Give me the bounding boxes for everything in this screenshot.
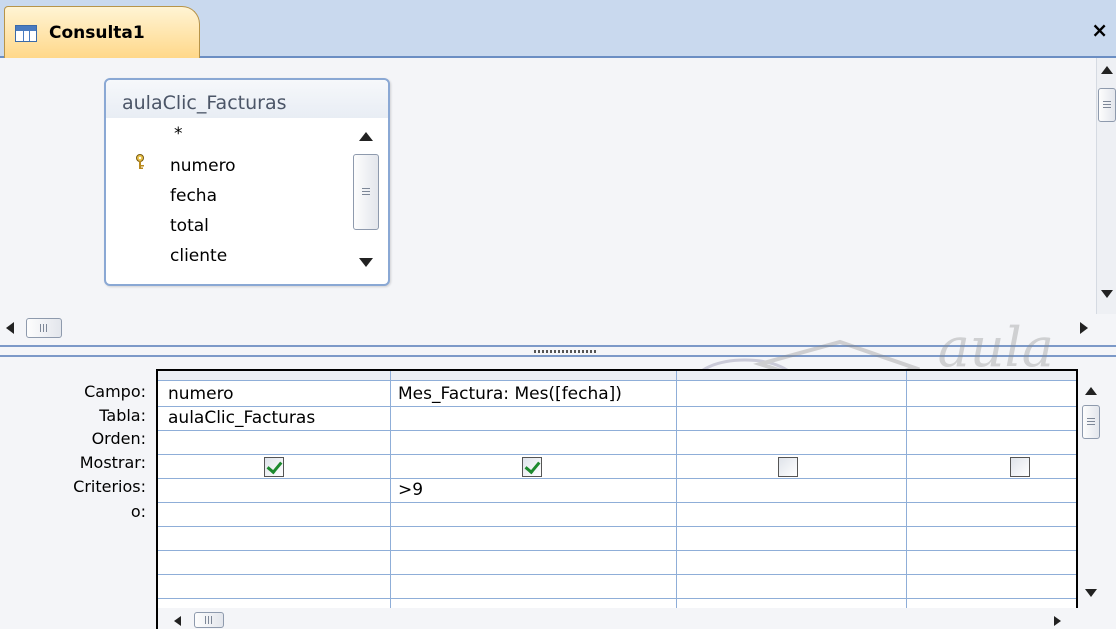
grid-line: [158, 454, 1076, 455]
row-label-mostrar: Mostrar:: [79, 453, 146, 472]
grid-line: [158, 430, 1076, 431]
scroll-down-arrow-icon[interactable]: [1085, 589, 1097, 597]
field-cliente[interactable]: cliente: [170, 246, 227, 266]
grid-line: [158, 550, 1076, 551]
scroll-thumb[interactable]: [1098, 88, 1116, 122]
grid-line: [158, 526, 1076, 527]
cell-campo[interactable]: numero: [168, 384, 234, 404]
cell-campo[interactable]: Mes_Factura: Mes([fecha]): [398, 384, 622, 404]
grip-icon: [362, 188, 370, 196]
column-selector[interactable]: [391, 371, 676, 381]
grid-line: [158, 574, 1076, 575]
grip-icon: [1103, 101, 1111, 109]
cell-criterios[interactable]: >9: [398, 480, 423, 500]
row-label-tabla: Tabla:: [99, 406, 146, 425]
design-horizontal-scrollbar[interactable]: [0, 314, 1096, 342]
row-label-orden: Orden:: [91, 429, 146, 448]
close-icon[interactable]: ×: [1091, 18, 1108, 42]
scroll-right-arrow-icon[interactable]: [1080, 322, 1088, 334]
scroll-thumb[interactable]: [26, 318, 62, 338]
table-field-list[interactable]: aulaClic_Facturas * numero fecha total c…: [104, 78, 390, 286]
field-fecha[interactable]: fecha: [170, 186, 217, 206]
row-label-o: o:: [130, 502, 146, 521]
grid-line: [906, 371, 907, 629]
scroll-up-arrow-icon[interactable]: [359, 132, 373, 141]
grid-line: [158, 598, 1076, 599]
document-tab-strip: Consulta1 ×: [0, 0, 1116, 58]
scroll-up-arrow-icon[interactable]: [1101, 66, 1113, 74]
column-selector[interactable]: [158, 371, 390, 381]
grid-line: [158, 406, 1076, 407]
mostrar-checkbox[interactable]: [522, 457, 542, 477]
grip-icon: [40, 324, 48, 332]
column-selector[interactable]: [677, 371, 906, 381]
pane-splitter[interactable]: [0, 345, 1116, 357]
column-selector[interactable]: [907, 371, 1076, 381]
grid-line: [158, 478, 1076, 479]
tab-consulta1[interactable]: Consulta1: [4, 6, 200, 58]
cell-tabla[interactable]: aulaClic_Facturas: [168, 408, 315, 428]
primary-key-icon: [136, 154, 144, 169]
scroll-thumb[interactable]: [353, 154, 379, 230]
scroll-down-arrow-icon[interactable]: [359, 258, 373, 267]
mostrar-checkbox[interactable]: [1010, 457, 1030, 477]
scroll-up-arrow-icon[interactable]: [1085, 387, 1097, 395]
grip-icon: [205, 616, 213, 624]
row-label-criterios: Criterios:: [73, 477, 146, 496]
mostrar-checkbox[interactable]: [264, 457, 284, 477]
field-list-scrollbar[interactable]: [350, 120, 382, 280]
splitter-grip-icon: [534, 350, 598, 353]
scroll-left-arrow-icon[interactable]: [174, 616, 181, 626]
scroll-right-arrow-icon[interactable]: [1054, 616, 1061, 626]
field-total[interactable]: total: [170, 216, 209, 236]
scroll-left-arrow-icon[interactable]: [6, 322, 14, 334]
field-numero[interactable]: numero: [170, 156, 236, 176]
scroll-down-arrow-icon[interactable]: [1101, 290, 1113, 298]
design-vertical-scrollbar[interactable]: [1096, 58, 1116, 314]
scroll-thumb[interactable]: [1082, 405, 1100, 439]
tab-title: Consulta1: [49, 22, 145, 43]
grid-line: [676, 371, 677, 629]
grip-icon: [1087, 418, 1095, 426]
table-window-title[interactable]: aulaClic_Facturas: [106, 80, 388, 118]
field-all[interactable]: *: [174, 124, 183, 144]
row-label-campo: Campo:: [84, 382, 146, 401]
mostrar-checkbox[interactable]: [778, 457, 798, 477]
grid-line: [158, 502, 1076, 503]
query-design-grid[interactable]: numero aulaClic_Facturas Mes_Factura: Me…: [156, 369, 1078, 629]
scroll-thumb[interactable]: [194, 612, 224, 628]
grid-horizontal-scrollbar[interactable]: [158, 608, 1078, 629]
grid-vertical-scrollbar[interactable]: [1080, 369, 1102, 619]
query-grid-icon: [15, 22, 39, 44]
grid-line: [390, 371, 391, 629]
